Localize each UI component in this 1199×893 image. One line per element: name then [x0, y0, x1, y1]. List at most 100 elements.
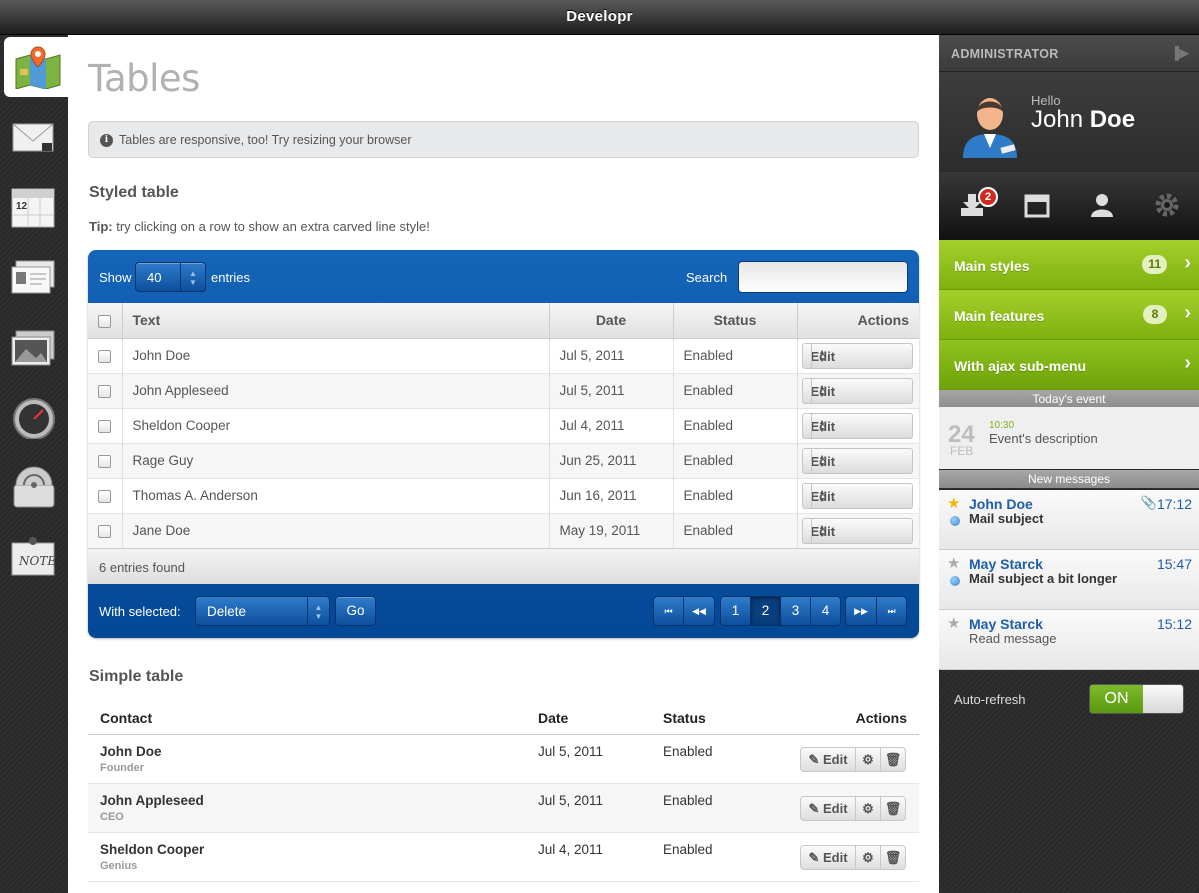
calendar-icon[interactable] [1024, 192, 1050, 218]
table-row[interactable]: Rage Guy Jun 25, 2011 Enabled Edit ▲ ▼ [88, 443, 919, 479]
select-arrows-icon: ▲ ▼ [810, 448, 833, 473]
user-icon[interactable] [1089, 192, 1115, 218]
select-arrows-icon: ▲ ▼ [810, 518, 833, 543]
table-row: John Appleseed CEO Jul 5, 2011 Enabled ✎ Edi… [88, 784, 919, 833]
autorefresh-toggle[interactable]: ON [1089, 684, 1184, 714]
shortcut-calendar[interactable]: 12 [0, 177, 68, 237]
row-action-select[interactable]: Edit ▲ ▼ [801, 412, 913, 439]
star-icon[interactable]: ★ [947, 554, 960, 572]
next-page-button[interactable]: ▶▶ [845, 596, 877, 626]
row-checkbox[interactable] [98, 349, 111, 363]
settings-button[interactable]: ⚙ [855, 845, 881, 870]
with-selected-label: With selected: [99, 604, 181, 619]
right-panel: ADMINISTRATOR ▐▶ Hello John Doe 2 Main s… [939, 35, 1199, 893]
col-status[interactable]: Status [673, 303, 798, 339]
select-all-checkbox[interactable] [98, 315, 111, 329]
table-row[interactable]: Sheldon Cooper Jul 4, 2011 Enabled Edit ▲ ▼ [88, 408, 919, 444]
toggle-knob[interactable] [1143, 685, 1183, 713]
page-3-button[interactable]: 3 [780, 596, 811, 626]
message-sender: John Doe [969, 496, 1033, 512]
message-subject: Read message [969, 631, 1057, 646]
gear-icon[interactable] [1154, 192, 1180, 218]
contact-name: John Doe [100, 744, 162, 759]
page-1-button[interactable]: 1 [720, 596, 751, 626]
select-arrows-icon: ▲ ▼ [810, 483, 833, 508]
select-arrows-icon: ▲ ▼ [810, 378, 833, 403]
edit-label: Edit [822, 801, 848, 816]
first-page-button[interactable]: ⏮ [653, 596, 684, 626]
page-title: Tables [88, 57, 200, 100]
row-date: Jul 5, 2011 [549, 373, 674, 409]
row-checkbox[interactable] [98, 419, 111, 433]
table-row[interactable]: John Appleseed Jul 5, 2011 Enabled Edit ▲ ▼ [88, 373, 919, 409]
contact-cell: John Doe Founder [100, 744, 162, 774]
star-icon[interactable]: ★ [947, 494, 960, 512]
row-date: Jul 4, 2011 [549, 408, 674, 444]
col-date[interactable]: Date [549, 303, 674, 339]
row-action-select[interactable]: Edit ▲ ▼ [801, 377, 913, 404]
shortcut-mail[interactable] [0, 107, 68, 167]
entries-per-page-select[interactable]: 40 ▲ ▼ [135, 262, 206, 292]
row-checkbox[interactable] [98, 384, 111, 398]
delete-button[interactable]: 🗑 [880, 747, 906, 772]
message-item[interactable]: ★ May Starck Mail subject a bit longer 15:4… [939, 550, 1199, 610]
settings-button[interactable]: ⚙ [855, 796, 881, 821]
star-icon[interactable]: ★ [947, 614, 960, 632]
table-row[interactable]: John Doe Jul 5, 2011 Enabled Edit ▲ ▼ [88, 338, 919, 374]
shortcut-contacts[interactable] [0, 247, 68, 307]
menu-main-styles[interactable]: Main styles 11 › [939, 240, 1199, 290]
table-row[interactable]: Thomas A. Anderson Jun 16, 2011 Enabled Edi… [88, 478, 919, 514]
row-action-select[interactable]: Edit ▲ ▼ [801, 517, 913, 544]
go-button[interactable]: Go [335, 596, 376, 626]
shortcut-wifi[interactable] [0, 457, 68, 517]
edit-button[interactable]: ✎ Edit [800, 747, 856, 772]
message-item[interactable]: ★ May Starck Read message 15:12 [939, 610, 1199, 670]
menu-main-features[interactable]: Main features 8 › [939, 290, 1199, 340]
shortcut-notes[interactable]: NOTE [0, 527, 68, 587]
last-page-button[interactable]: ⏭ [876, 596, 907, 626]
page-4-button[interactable]: 4 [810, 596, 841, 626]
delete-button[interactable]: 🗑 [880, 845, 906, 870]
row-actions: Edit ▲ ▼ [797, 443, 919, 479]
row-checkbox[interactable] [98, 454, 111, 468]
col-text[interactable]: Text [122, 303, 550, 339]
row-checkbox[interactable] [98, 489, 111, 503]
row-status: Enabled [673, 338, 798, 374]
settings-button[interactable]: ⚙ [855, 747, 881, 772]
contact-status: Enabled [663, 793, 713, 808]
wifi-icon [13, 466, 55, 508]
edit-label: Edit [822, 850, 848, 865]
menu-ajax-submenu[interactable]: With ajax sub-menu › [939, 340, 1199, 390]
row-checkbox[interactable] [98, 524, 111, 538]
prev-page-button[interactable]: ◀◀ [683, 596, 715, 626]
message-item[interactable]: ★ John Doe Mail subject 📎 17:12 [939, 490, 1199, 550]
row-date: Jun 16, 2011 [549, 478, 674, 514]
bulk-action-select[interactable]: Delete ▲ ▼ [195, 596, 330, 626]
gallery-icon [11, 330, 55, 366]
bulk-action-value: Delete [207, 604, 247, 619]
edit-button[interactable]: ✎ Edit [800, 796, 856, 821]
row-actions: Edit ▲ ▼ [797, 338, 919, 374]
shortcut-maps[interactable] [4, 37, 68, 97]
edit-button[interactable]: ✎ Edit [800, 845, 856, 870]
today-event[interactable]: 24 FEB 10:30 Event's description [939, 407, 1199, 469]
contact-role: Founder [100, 762, 144, 774]
page-2-button[interactable]: 2 [750, 596, 781, 626]
search-input[interactable] [738, 261, 908, 293]
styled-data-table: Text Date Status Actions John Doe Jul 5, … [88, 303, 919, 549]
chevron-right-icon: › [1184, 252, 1191, 274]
table-row: Sheldon Cooper Genius Jul 4, 2011 Enabled ✎ … [88, 833, 919, 882]
shortcut-gallery[interactable] [0, 317, 68, 377]
row-action-select[interactable]: Edit ▲ ▼ [801, 447, 913, 474]
contact-cell: John Appleseed CEO [100, 793, 204, 823]
delete-button[interactable]: 🗑 [880, 796, 906, 821]
info-message: i Tables are responsive, too! Try resizi… [88, 121, 919, 158]
collapse-panel-icon[interactable]: ▐▶ [1171, 46, 1189, 60]
select-all-cell [88, 303, 123, 339]
row-checkbox-cell [88, 408, 123, 444]
shortcut-dashboard[interactable] [0, 387, 68, 447]
table-row[interactable]: Jane Doe May 19, 2011 Enabled Edit ▲ ▼ [88, 513, 919, 549]
row-action-select[interactable]: Edit ▲ ▼ [801, 342, 913, 369]
row-action-select[interactable]: Edit ▲ ▼ [801, 482, 913, 509]
row-text: John Appleseed [122, 373, 550, 409]
